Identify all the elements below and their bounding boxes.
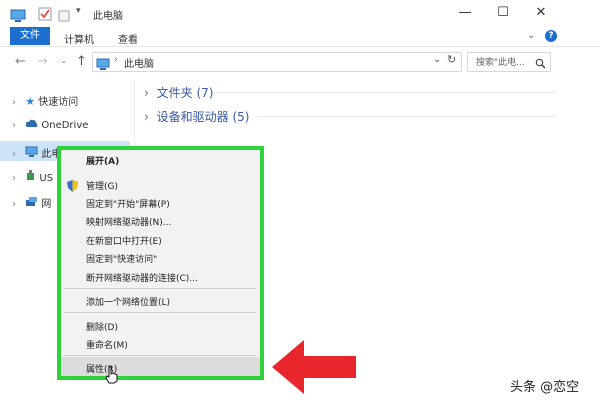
shield-icon xyxy=(67,177,78,196)
address-dropdown-icon[interactable]: ⌄ xyxy=(433,54,441,65)
sidebar-item-this-pc[interactable]: › 此电 xyxy=(12,145,61,161)
usb-icon xyxy=(25,170,39,184)
computer-icon xyxy=(10,7,26,26)
breadcrumb-separator-icon: › xyxy=(114,55,118,65)
menu-item-open-new-window[interactable]: 在新窗口中打开(E) xyxy=(86,234,162,247)
red-arrow-icon xyxy=(272,338,358,400)
group-folders[interactable]: › 文件夹 (7) xyxy=(144,84,213,101)
tab-computer[interactable]: 计算机 xyxy=(64,31,94,46)
chevron-right-icon[interactable]: › xyxy=(12,97,16,108)
address-computer-icon xyxy=(96,55,110,74)
group-label: 设备和驱动器 (5) xyxy=(156,110,250,124)
recent-locations-icon[interactable]: ⌄ xyxy=(60,56,68,66)
sidebar-item-label: OneDrive xyxy=(41,120,89,131)
new-folder-quick-icon[interactable] xyxy=(58,7,70,26)
help-icon[interactable]: ? xyxy=(545,30,557,42)
properties-quick-icon[interactable] xyxy=(38,6,52,25)
search-icon[interactable] xyxy=(535,54,546,73)
sidebar-item-quick-access[interactable]: › ★ 快速访问 xyxy=(12,93,78,109)
group-devices-drives[interactable]: › 设备和驱动器 (5) xyxy=(144,108,249,125)
cloud-icon xyxy=(25,119,41,131)
refresh-icon[interactable]: ↻ xyxy=(447,53,456,66)
sidebar-item-label: 网 xyxy=(41,199,52,210)
sidebar-item-onedrive[interactable]: › OneDrive xyxy=(12,119,88,135)
group-divider xyxy=(258,116,556,117)
maximize-button[interactable]: ☐ xyxy=(488,5,518,20)
chevron-right-icon[interactable]: › xyxy=(144,110,149,124)
group-label: 文件夹 (7) xyxy=(156,86,214,100)
menu-item-expand[interactable]: 展开(A) xyxy=(86,154,119,167)
computer-icon xyxy=(25,146,41,160)
menu-item-disconnect-network-drive[interactable]: 断开网络驱动器的连接(C)... xyxy=(86,271,198,284)
close-button[interactable]: ✕ xyxy=(526,5,556,20)
menu-item-manage[interactable]: 管理(G) xyxy=(86,179,118,192)
menu-item-pin-to-start[interactable]: 固定到"开始"屏幕(P) xyxy=(86,197,170,210)
menu-separator xyxy=(64,312,256,313)
menu-item-pin-quick-access[interactable]: 固定到"快速访问" xyxy=(86,252,157,265)
menu-item-map-network-drive[interactable]: 映射网络驱动器(N)... xyxy=(86,215,171,228)
chevron-right-icon[interactable]: › xyxy=(144,86,149,100)
breadcrumb[interactable]: 此电脑 xyxy=(124,55,154,70)
forward-arrow-icon[interactable]: → xyxy=(37,54,48,69)
star-icon: ★ xyxy=(25,95,36,108)
tab-view[interactable]: 查看 xyxy=(118,31,138,46)
search-placeholder: 搜索"此电... xyxy=(476,58,525,68)
sidebar-item-label: US xyxy=(39,173,54,184)
ribbon-expand-icon[interactable]: ⌄ xyxy=(527,30,535,41)
back-arrow-icon[interactable]: ← xyxy=(15,54,26,69)
window-title: 此电脑 xyxy=(93,11,123,22)
menu-item-rename[interactable]: 重命名(M) xyxy=(86,338,128,351)
menu-separator xyxy=(64,355,256,356)
tab-file[interactable]: 文件 xyxy=(10,27,50,45)
sidebar-item-label: 快速访问 xyxy=(38,97,79,108)
hand-cursor-icon xyxy=(105,366,119,388)
chevron-right-icon[interactable]: › xyxy=(12,173,16,184)
up-arrow-icon[interactable]: ↑ xyxy=(76,54,87,69)
chevron-right-icon[interactable]: › xyxy=(12,199,16,210)
chevron-right-icon[interactable]: › xyxy=(12,120,16,131)
group-divider xyxy=(216,92,556,93)
quick-access-dropdown-icon[interactable]: ▾ xyxy=(76,6,81,16)
network-icon xyxy=(25,197,41,210)
minimize-button[interactable]: — xyxy=(450,5,480,20)
menu-separator xyxy=(64,288,256,289)
watermark: 头条 @恋空 xyxy=(510,380,580,395)
menu-item-delete[interactable]: 删除(D) xyxy=(86,320,118,333)
sidebar-item-network[interactable]: › 网 xyxy=(12,195,51,211)
chevron-right-icon[interactable]: › xyxy=(12,149,16,160)
sidebar-item-usb[interactable]: › US xyxy=(12,170,53,186)
menu-item-add-network-location[interactable]: 添加一个网络位置(L) xyxy=(86,295,170,308)
